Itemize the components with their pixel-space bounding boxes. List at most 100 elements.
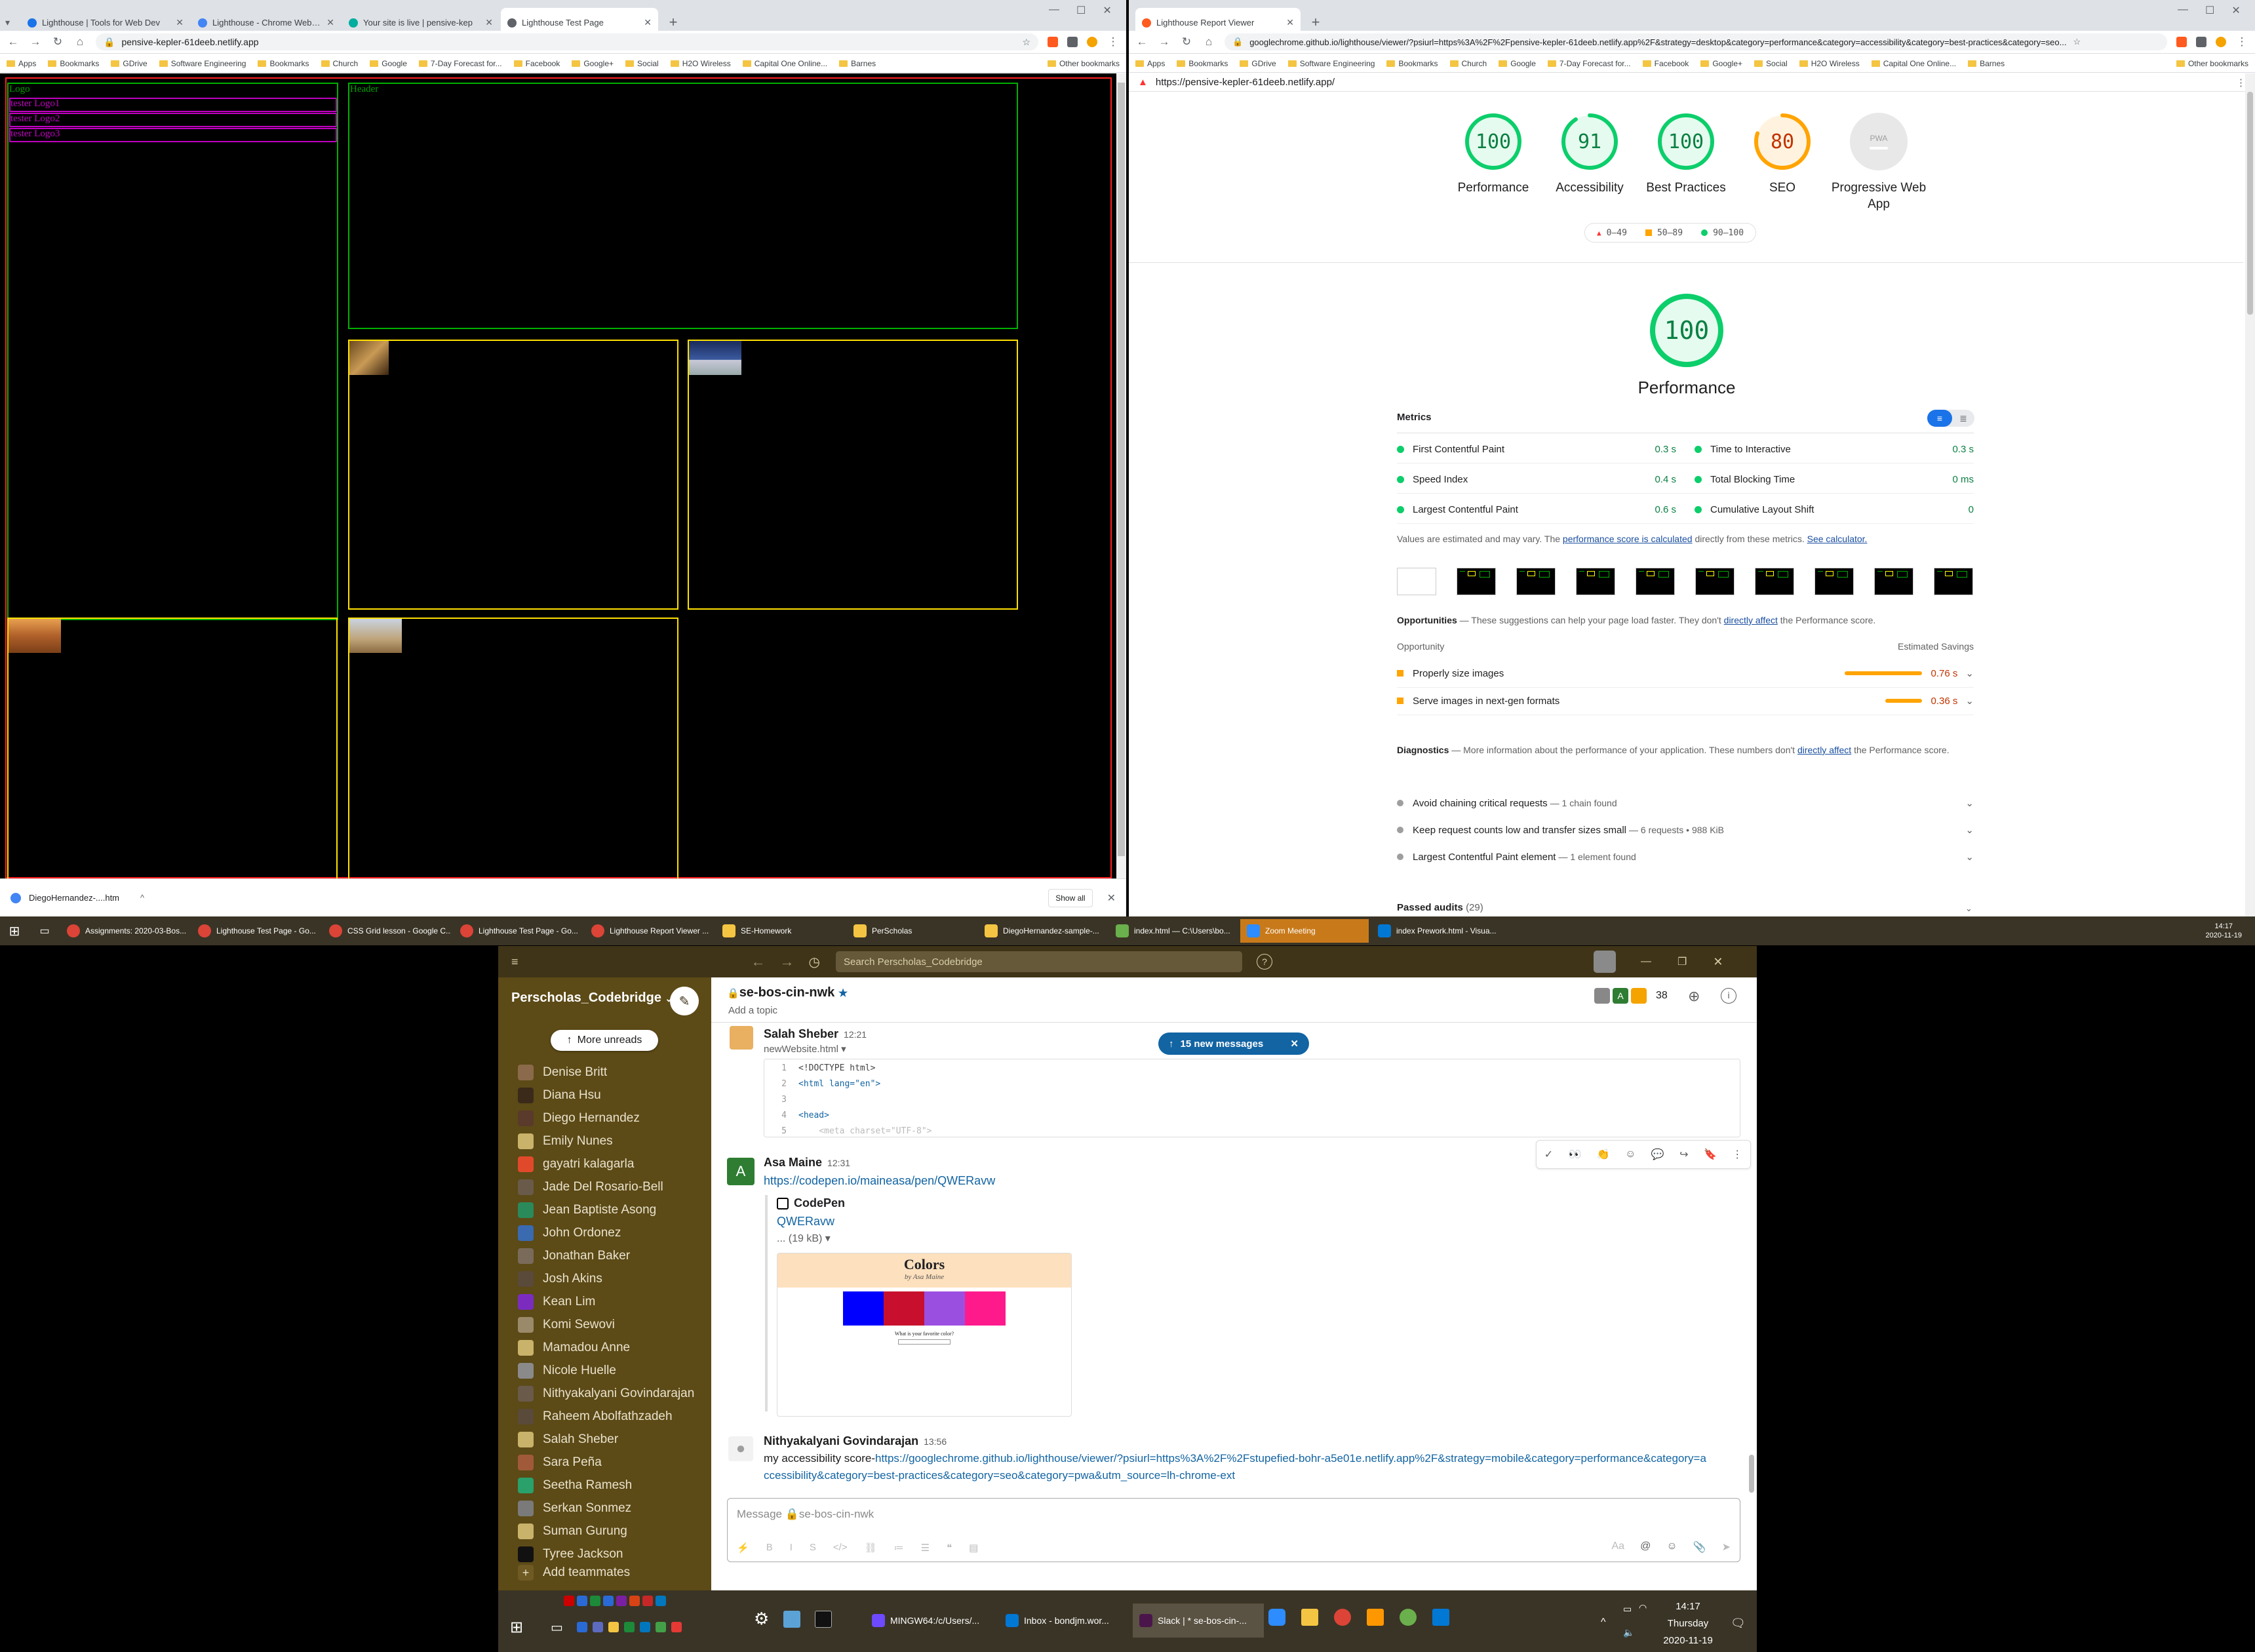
member-item[interactable]: Diana Hsu xyxy=(518,1086,601,1105)
taskbar-app[interactable]: DiegoHernandez-sample-... xyxy=(978,919,1107,943)
chevron-down-icon[interactable]: ⌄ xyxy=(1965,851,1974,863)
edge-icon[interactable] xyxy=(640,1622,650,1632)
app-icon[interactable] xyxy=(603,1596,614,1606)
shortcuts-icon[interactable]: ⚡ xyxy=(737,1542,749,1554)
new-tab-button[interactable]: + xyxy=(1306,12,1325,32)
clap-icon[interactable]: 👏 xyxy=(1597,1148,1610,1161)
bold-icon[interactable]: B xyxy=(766,1542,773,1554)
mention-icon[interactable]: @ xyxy=(1640,1541,1651,1554)
bookmark-item[interactable]: H2O Wireless xyxy=(1799,59,1860,68)
text-format-icon[interactable]: Aa xyxy=(1612,1541,1625,1554)
app-icon[interactable] xyxy=(1400,1609,1417,1626)
address-bar[interactable]: 🔒 googlechrome.github.io/lighthouse/viewe… xyxy=(1225,33,2167,50)
close-tab-icon[interactable]: ✕ xyxy=(1286,17,1294,28)
taskbar-app[interactable]: Assignments: 2020-03-Bos... xyxy=(60,919,189,943)
check-icon[interactable]: ✓ xyxy=(1544,1148,1553,1161)
attach-icon[interactable]: 📎 xyxy=(1693,1541,1706,1554)
back-icon[interactable]: ← xyxy=(7,35,20,49)
bookmark-item[interactable]: Capital One Online... xyxy=(1871,59,1956,68)
app-icon[interactable] xyxy=(593,1622,603,1632)
sublime-icon[interactable] xyxy=(1367,1609,1384,1626)
member-item[interactable]: Diego Hernandez xyxy=(518,1109,640,1128)
avatar[interactable]: ● xyxy=(728,1436,753,1461)
member-avatars[interactable]: A 38 xyxy=(1594,988,1668,1004)
home-icon[interactable]: ⌂ xyxy=(1202,35,1215,49)
close-tab-icon[interactable]: ✕ xyxy=(485,17,493,28)
bookmark-item[interactable]: GDrive xyxy=(1240,59,1276,68)
member-item[interactable]: Mamadou Anne xyxy=(518,1338,630,1358)
help-icon[interactable]: ? xyxy=(1256,954,1272,970)
terminal-icon[interactable] xyxy=(815,1610,833,1628)
taskbar-clock[interactable]: 14:17 Thursday 2020-11-19 xyxy=(1658,1598,1717,1649)
member-item[interactable]: Salah Sheber xyxy=(518,1430,618,1449)
opportunity-row[interactable]: Serve images in next-gen formats 0.36 s ⌄ xyxy=(1397,694,1974,708)
report-url[interactable]: https://pensive-kepler-61deeb.netlify.ap… xyxy=(1156,77,1335,88)
more-icon[interactable]: ⋮ xyxy=(1732,1148,1742,1161)
code-block-icon[interactable]: ▤ xyxy=(969,1542,978,1554)
new-tab-button[interactable]: + xyxy=(663,12,683,32)
directly-affect-link[interactable]: directly affect xyxy=(1797,745,1851,755)
task-view-icon[interactable]: ▭ xyxy=(31,919,58,943)
app-icon[interactable] xyxy=(564,1596,574,1606)
bookmark-item[interactable]: 7-Day Forecast for... xyxy=(1547,59,1631,68)
avatar[interactable] xyxy=(1593,951,1616,973)
bookmark-item[interactable]: Bookmarks xyxy=(258,59,309,68)
directly-affect-link[interactable]: directly affect xyxy=(1724,615,1778,625)
history-icon[interactable]: ◷ xyxy=(809,954,820,970)
taskbar-app[interactable]: MINGW64:/c/Users/... xyxy=(865,1603,996,1638)
bookmark-item[interactable]: Apps xyxy=(7,59,36,68)
folder-icon[interactable] xyxy=(608,1622,619,1632)
chevron-down-icon[interactable]: ⌄ xyxy=(1965,903,1972,914)
forward-icon[interactable]: → xyxy=(29,35,42,49)
chrome-icon[interactable] xyxy=(1334,1609,1351,1626)
taskbar-app[interactable]: index Prework.html - Visua... xyxy=(1371,919,1500,943)
channel-name[interactable]: 🔒se-bos-cin-nwk ★ xyxy=(727,985,848,1000)
gauge-performance[interactable]: 100 Performance xyxy=(1444,113,1542,196)
maximize-icon[interactable]: ☐ xyxy=(2205,4,2214,17)
info-icon[interactable]: i xyxy=(1721,988,1736,1004)
chevron-up-icon[interactable]: ^ xyxy=(140,893,144,903)
taskbar-app[interactable]: PerScholas xyxy=(847,919,975,943)
score-calculated-link[interactable]: performance score is calculated xyxy=(1563,534,1693,544)
notifications-icon[interactable]: 🗨 xyxy=(1731,1617,1746,1630)
minimize-icon[interactable]: — xyxy=(1049,4,1059,17)
new-messages-banner[interactable]: ↑ 15 new messages ✕ xyxy=(1158,1032,1309,1055)
member-item[interactable]: Nicole Huelle xyxy=(518,1361,616,1381)
member-item[interactable]: Komi Sewovi xyxy=(518,1315,615,1335)
view-toggle[interactable]: ≡ ≣ xyxy=(1927,410,1974,427)
minimize-icon[interactable]: — xyxy=(1641,956,1651,968)
member-item[interactable]: Tyree Jackson xyxy=(518,1544,623,1564)
bookmark-item[interactable]: Google+ xyxy=(572,59,614,68)
back-icon[interactable]: ← xyxy=(751,953,766,970)
app-icon[interactable] xyxy=(629,1596,640,1606)
extension-icon[interactable] xyxy=(1048,37,1058,47)
message-composer[interactable]: Message 🔒se-bos-cin-nwk ⚡ B I S </> ⛓ ≔ ☰ ❝ ▤ Aa @… xyxy=(727,1498,1740,1562)
home-icon[interactable]: ⌂ xyxy=(73,35,87,49)
taskbar-app[interactable]: Inbox - bondjm.wor... xyxy=(999,1603,1130,1638)
taskbar-app[interactable]: Lighthouse Report Viewer ... xyxy=(585,919,713,943)
strike-icon[interactable]: S xyxy=(810,1542,816,1554)
address-bar[interactable]: 🔒 pensive-kepler-61deeb.netlify.app ☆ xyxy=(96,33,1038,50)
code-snippet[interactable]: 1 <!DOCTYPE html> 2 <html lang="en"> 3 4 <head… xyxy=(764,1059,1740,1137)
gauge-best-practices[interactable]: 100 Best Practices xyxy=(1637,113,1735,196)
member-item[interactable]: Josh Akins xyxy=(518,1269,602,1289)
vscode-icon[interactable] xyxy=(1432,1609,1449,1626)
scrollbar[interactable] xyxy=(1116,73,1126,878)
other-bookmarks[interactable]: Other bookmarks xyxy=(1047,59,1120,68)
member-item[interactable]: Jean Baptiste Asong xyxy=(518,1200,656,1220)
close-window-icon[interactable]: ✕ xyxy=(2231,4,2240,17)
bookmark-item[interactable]: Barnes xyxy=(839,59,876,68)
code-icon[interactable]: </> xyxy=(833,1542,848,1554)
codepen-link[interactable]: https://codepen.io/maineasa/pen/QWERavw xyxy=(764,1174,995,1188)
send-icon[interactable]: ➤ xyxy=(1722,1541,1731,1554)
gauge-accessibility[interactable]: 91 Accessibility xyxy=(1540,113,1639,196)
bookmark-item[interactable]: Bookmarks xyxy=(1177,59,1228,68)
emoji-icon[interactable]: ☺ xyxy=(1666,1541,1677,1554)
bookmark-item[interactable]: Software Engineering xyxy=(159,59,246,68)
diagnostic-row[interactable]: Largest Contentful Paint element — 1 ele… xyxy=(1397,850,1974,864)
see-calculator-link[interactable]: See calculator. xyxy=(1807,534,1868,544)
volume-icon[interactable]: 🔈 xyxy=(1623,1627,1634,1638)
reload-icon[interactable]: ↻ xyxy=(51,35,64,49)
lighthouse-report-link[interactable]: https://googlechrome.github.io/lighthous… xyxy=(764,1452,1706,1482)
scrollbar[interactable] xyxy=(1749,1455,1754,1493)
